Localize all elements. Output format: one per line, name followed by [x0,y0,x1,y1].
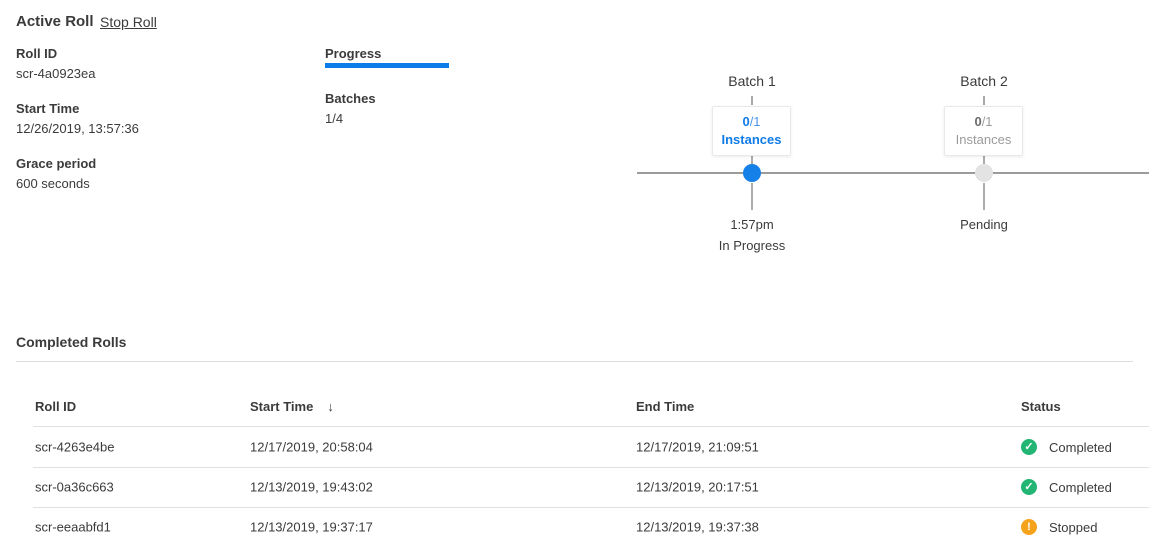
batches-value: 1/4 [325,111,343,126]
batch-status: In Progress [692,238,812,253]
cell-end-time: 12/17/2019, 21:09:51 [636,440,759,455]
batch-connector [983,96,985,105]
batch-connector [751,96,753,105]
cell-roll-id: scr-eeaabfd1 [35,520,111,535]
section-divider [16,361,1133,362]
cell-start-time: 12/13/2019, 19:43:02 [250,480,373,495]
batch-stop-2: Batch 2 0/1 Instances Pending [924,74,1044,274]
detail-value: scr-4a0923ea [16,66,96,81]
instances-count: 0/1 [713,114,790,130]
table-row[interactable]: scr-4263e4be 12/17/2019, 20:58:04 12/17/… [33,427,1149,468]
table-row[interactable]: scr-0a36c663 12/13/2019, 19:43:02 12/13/… [33,467,1149,508]
active-roll-panel: Active Roll Stop Roll Roll ID scr-4a0923… [0,0,1149,545]
column-header-status[interactable]: Status [1021,399,1061,414]
detail-roll-id: Roll ID scr-4a0923ea [16,46,96,81]
column-header-roll-id[interactable]: Roll ID [35,399,76,414]
batch-time: Pending [924,217,1044,232]
batch-stop-1: Batch 1 0/1 Instances 1:57pm In Progress [692,74,812,274]
cell-end-time: 12/13/2019, 19:37:38 [636,520,759,535]
status-label: Completed [1049,480,1112,495]
detail-grace-period: Grace period 600 seconds [16,156,96,191]
status-badge: ✓ Completed [1021,479,1112,495]
batch-label: Batch 2 [924,74,1044,89]
batches-label: Batches [325,91,376,106]
check-circle-icon: ✓ [1021,439,1037,455]
cell-roll-id: scr-0a36c663 [35,480,114,495]
cell-end-time: 12/13/2019, 20:17:51 [636,480,759,495]
column-header-end-time[interactable]: End Time [636,399,694,414]
batch-label: Batch 1 [692,74,812,89]
table-row[interactable]: scr-eeaabfd1 12/13/2019, 19:37:17 12/13/… [33,507,1149,545]
column-header-start-time[interactable]: Start Time↓ [250,399,334,414]
alert-circle-icon: ! [1021,519,1037,535]
batch-connector [751,183,753,210]
instances-card[interactable]: 0/1 Instances [712,106,791,156]
detail-label: Start Time [16,101,139,116]
batch-time: 1:57pm [692,217,812,232]
status-badge: ✓ Completed [1021,439,1112,455]
check-circle-icon: ✓ [1021,479,1037,495]
batch-dot-pending [975,164,993,182]
sort-descending-icon: ↓ [327,399,334,414]
cell-start-time: 12/13/2019, 19:37:17 [250,520,373,535]
progress-bar [325,63,449,68]
completed-rolls-title: Completed Rolls [16,334,126,350]
progress-label: Progress [325,46,381,61]
cell-start-time: 12/17/2019, 20:58:04 [250,440,373,455]
instances-count: 0/1 [945,114,1022,130]
status-badge: ! Stopped [1021,519,1097,535]
stop-roll-link[interactable]: Stop Roll [100,14,157,30]
status-label: Completed [1049,440,1112,455]
batch-connector [983,183,985,210]
detail-value: 600 seconds [16,176,96,191]
page-title: Active Roll [16,13,94,30]
detail-label: Grace period [16,156,96,171]
instances-label: Instances [713,132,790,148]
status-label: Stopped [1049,520,1097,535]
detail-value: 12/26/2019, 13:57:36 [16,121,139,136]
instances-card[interactable]: 0/1 Instances [944,106,1023,156]
instances-label: Instances [945,132,1022,148]
cell-roll-id: scr-4263e4be [35,440,115,455]
detail-label: Roll ID [16,46,96,61]
batch-dot-active [743,164,761,182]
detail-start-time: Start Time 12/26/2019, 13:57:36 [16,101,139,136]
